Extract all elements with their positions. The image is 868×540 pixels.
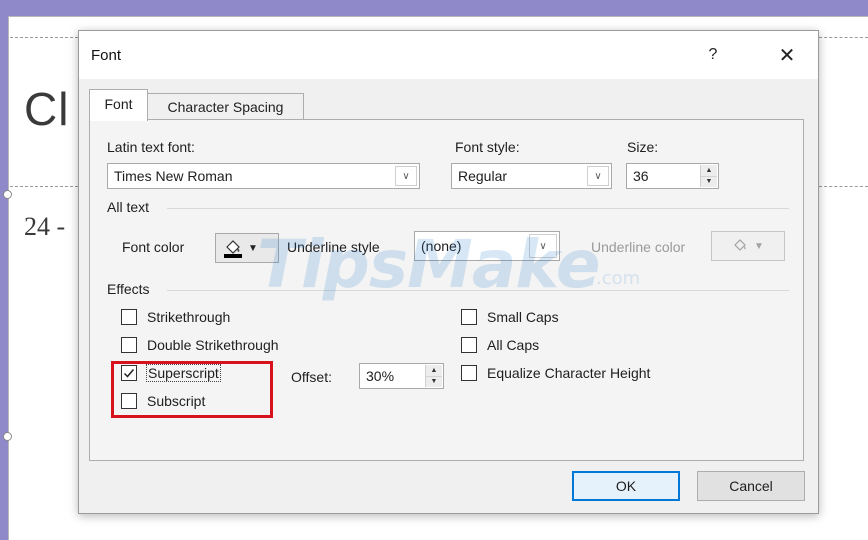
strikethrough-label: Strikethrough [147, 309, 231, 325]
font-color-label: Font color [122, 239, 185, 255]
checkbox-box[interactable] [461, 365, 477, 381]
all-caps-checkbox[interactable]: All Caps [461, 337, 539, 353]
underline-color-button[interactable]: ▼ [711, 231, 785, 261]
cancel-button[interactable]: Cancel [697, 471, 805, 501]
all-text-header: All text [107, 199, 150, 215]
resize-handle[interactable] [3, 432, 12, 441]
underline-color-label: Underline color [591, 239, 686, 255]
close-button[interactable]: ✕ [767, 37, 807, 73]
placeholder-border-top-right [819, 37, 868, 38]
checkbox-box[interactable] [121, 337, 137, 353]
equalize-character-height-label: Equalize Character Height [487, 365, 651, 381]
checkmark-icon [123, 369, 135, 378]
font-style-combobox[interactable]: Regular ∨ [451, 163, 612, 189]
offset-spinner[interactable]: ▲ ▼ [425, 365, 442, 387]
font-dialog: Font ? ✕ Font Character Spacing Latin te… [78, 30, 819, 514]
size-value: 36 [633, 168, 649, 184]
dialog-title: Font [91, 47, 122, 64]
double-strikethrough-checkbox[interactable]: Double Strikethrough [121, 337, 279, 353]
checkbox-box[interactable] [121, 309, 137, 325]
font-style-value: Regular [458, 168, 508, 184]
latin-font-value: Times New Roman [114, 168, 233, 184]
spin-down-icon[interactable]: ▼ [701, 177, 717, 188]
offset-value: 30% [366, 368, 395, 384]
help-button[interactable]: ? [693, 37, 733, 73]
slide-body-text: 24 - [24, 212, 66, 241]
superscript-checkbox[interactable]: Superscript [121, 364, 221, 382]
spin-up-icon[interactable]: ▲ [426, 365, 442, 377]
small-caps-label: Small Caps [487, 309, 559, 325]
size-spinbox[interactable]: 36 ▲ ▼ [626, 163, 719, 189]
chevron-down-icon[interactable]: ∨ [587, 166, 609, 186]
spin-down-icon[interactable]: ▼ [426, 377, 442, 388]
checkbox-box[interactable] [121, 365, 137, 381]
placeholder-border-mid-left [10, 186, 78, 187]
dialog-titlebar: Font ? ✕ [79, 31, 818, 79]
offset-spinbox[interactable]: 30% ▲ ▼ [359, 363, 444, 389]
slide-title-text: Cl [24, 83, 70, 135]
paint-bucket-icon [734, 239, 746, 251]
font-color-button[interactable]: ▼ [215, 233, 279, 263]
resize-handle[interactable] [3, 190, 12, 199]
divider [167, 290, 789, 291]
checkbox-box[interactable] [461, 337, 477, 353]
small-caps-checkbox[interactable]: Small Caps [461, 309, 559, 325]
placeholder-border-top-left [10, 37, 78, 38]
tab-character-spacing-label: Character Spacing [167, 99, 284, 115]
size-label: Size: [627, 139, 659, 155]
subscript-label: Subscript [147, 393, 206, 409]
ok-button[interactable]: OK [572, 471, 680, 501]
superscript-label: Superscript [146, 364, 221, 382]
paint-bucket-icon [222, 237, 244, 259]
divider [167, 208, 789, 209]
latin-font-combobox[interactable]: Times New Roman ∨ [107, 163, 420, 189]
tab-character-spacing[interactable]: Character Spacing [148, 93, 304, 120]
double-strikethrough-label: Double Strikethrough [147, 337, 279, 353]
checkbox-box[interactable] [121, 393, 137, 409]
font-style-label: Font style: [455, 139, 520, 155]
subscript-checkbox[interactable]: Subscript [121, 393, 205, 409]
underline-style-label: Underline style [287, 239, 380, 255]
caret-down-icon: ▼ [248, 242, 258, 254]
underline-style-value: (none) [421, 238, 462, 254]
latin-font-label: Latin text font: [107, 139, 195, 155]
chevron-down-icon[interactable]: ∨ [529, 234, 557, 258]
placeholder-border-mid-right [819, 186, 868, 187]
all-caps-label: All Caps [487, 337, 540, 353]
size-spinner[interactable]: ▲ ▼ [700, 165, 717, 187]
tab-font-label: Font [104, 96, 133, 112]
caret-down-icon: ▼ [754, 240, 764, 252]
tab-font[interactable]: Font [89, 89, 148, 121]
offset-label: Offset: [291, 369, 332, 385]
spin-up-icon[interactable]: ▲ [701, 165, 717, 177]
effects-header: Effects [107, 281, 150, 297]
chevron-down-icon[interactable]: ∨ [395, 166, 417, 186]
equalize-character-height-checkbox[interactable]: Equalize Character Height [461, 365, 650, 381]
checkbox-box[interactable] [461, 309, 477, 325]
underline-style-combobox[interactable]: (none) ∨ [414, 231, 560, 261]
strikethrough-checkbox[interactable]: Strikethrough [121, 309, 230, 325]
